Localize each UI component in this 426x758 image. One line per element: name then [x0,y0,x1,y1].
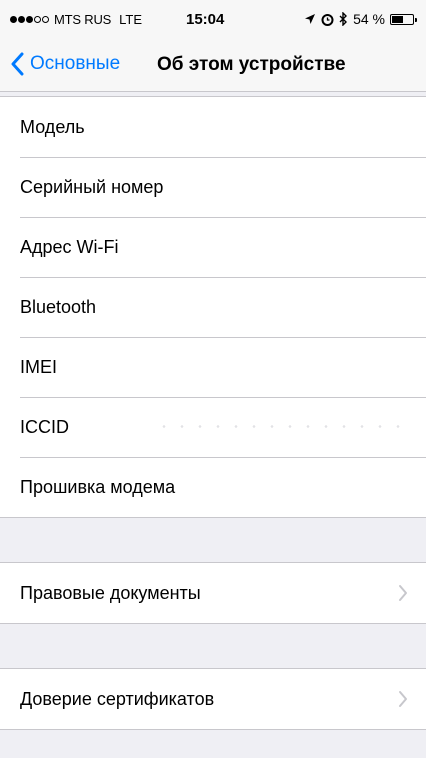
chevron-left-icon [11,52,24,76]
signal-dot [26,16,33,23]
network-type: LTE [119,12,142,27]
page-title: Об этом устройстве [157,54,346,75]
list-item-iccid: ICCID [0,397,426,457]
signal-dot [34,16,41,23]
masked-value [155,425,404,428]
signal-dot [10,16,17,23]
signal-strength-icon [10,16,50,23]
row-label: Доверие сертификатов [20,688,215,709]
location-arrow-icon [305,14,316,24]
legal-documents-row[interactable]: Правовые документы [0,563,426,623]
battery-percent: 54 % [353,11,385,27]
row-label: Серийный номер [20,176,164,197]
chevron-right-icon [399,585,407,601]
list-item-serial-number: Серийный номер [0,157,426,217]
signal-dot [42,16,49,23]
row-label: IMEI [20,356,58,377]
list-item-wifi-address: Адрес Wi-Fi [0,217,426,277]
row-label: ICCID [20,416,69,437]
row-label: Модель [20,116,85,137]
alarm-icon [321,13,334,26]
device-info-group: Модель Серийный номер Адрес Wi-Fi Blueto… [0,96,426,518]
chevron-right-icon [399,691,407,707]
signal-dot [18,16,25,23]
back-button[interactable]: Основные [10,52,120,76]
back-button-label: Основные [30,53,121,74]
certificate-trust-group: Доверие сертификатов [0,668,426,730]
navigation-bar: Основные Об этом устройстве [0,40,426,92]
legal-group: Правовые документы [0,562,426,624]
row-label: Правовые документы [20,582,201,603]
list-item-modem-firmware: Прошивка модема [0,457,426,517]
bluetooth-icon [339,12,348,26]
battery-fill [392,15,403,23]
battery-icon [390,13,417,25]
row-label: Адрес Wi-Fi [20,236,119,257]
certificate-trust-row[interactable]: Доверие сертификатов [0,669,426,729]
carrier-area: MTS RUS LTE [10,12,142,27]
status-indicators: 54 % [299,11,417,27]
row-label: Прошивка модема [20,476,176,497]
carrier-name: MTS RUS [54,12,112,27]
row-label: Bluetooth [20,296,97,317]
list-item-bluetooth: Bluetooth [0,277,426,337]
status-time: 15:04 [186,11,225,28]
status-bar: MTS RUS LTE 15:04 54 % [0,0,426,40]
list-item-model: Модель [0,97,426,157]
list-item-imei: IMEI [0,337,426,397]
